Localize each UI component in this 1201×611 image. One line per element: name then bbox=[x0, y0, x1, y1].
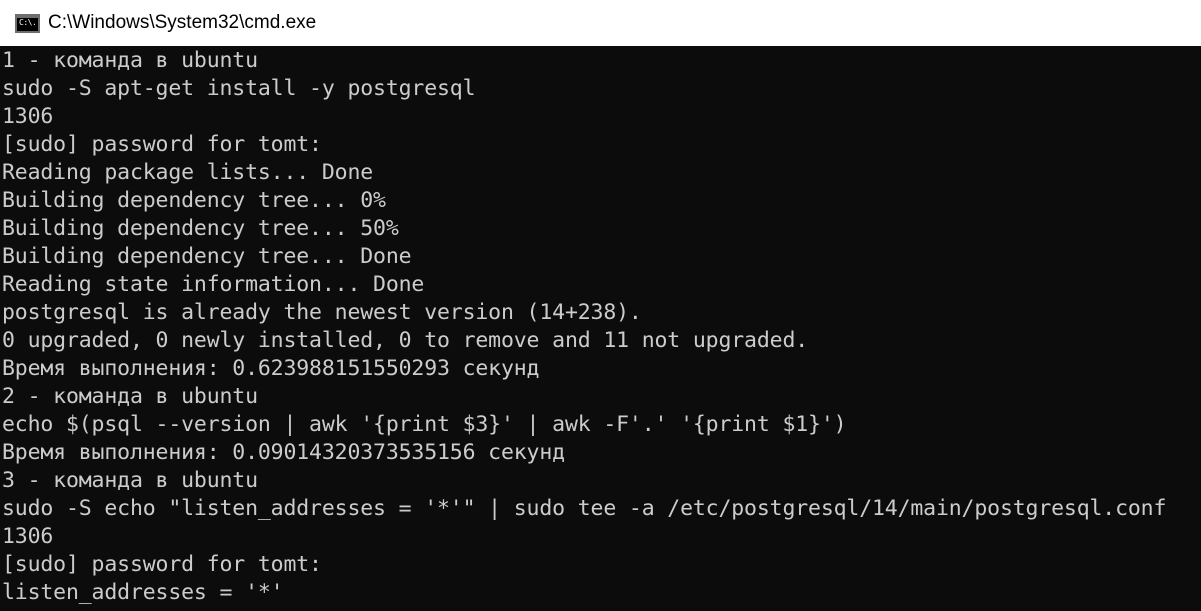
console-line: listen_addresses = '*' bbox=[2, 580, 284, 605]
console-line: sudo -S echo "listen_addresses = '*'" | … bbox=[2, 496, 1167, 521]
console-line: Время выполнения: 0.623988151550293 секу… bbox=[2, 356, 540, 381]
console-line: postgresql is already the newest version… bbox=[2, 300, 642, 325]
title-bar[interactable]: C:\. C:\Windows\System32\cmd.exe bbox=[0, 0, 1201, 46]
console-line: Reading package lists... Done bbox=[2, 160, 374, 185]
console-line: [sudo] password for tomt: bbox=[2, 132, 322, 157]
console-line: Building dependency tree... 50% bbox=[2, 216, 399, 241]
console-line: 0 upgraded, 0 newly installed, 0 to remo… bbox=[2, 328, 809, 353]
console-line: Время выполнения: 0.09014320373535156 се… bbox=[2, 440, 565, 465]
console-line: 1306 bbox=[2, 104, 54, 129]
window-title: C:\Windows\System32\cmd.exe bbox=[48, 12, 317, 33]
console-line: [sudo] password for tomt: bbox=[2, 552, 322, 577]
cmd-window: C:\. C:\Windows\System32\cmd.exe 1 - ком… bbox=[0, 0, 1201, 611]
cmd-icon-glyph: C:\. bbox=[19, 17, 37, 27]
console-output[interactable]: 1 - команда в ubuntu sudo -S apt-get ins… bbox=[2, 47, 1201, 611]
console-line: echo $(psql --version | awk '{print $3}'… bbox=[2, 412, 847, 437]
console-line: Building dependency tree... Done bbox=[2, 244, 412, 269]
console-line: Reading state information... Done bbox=[2, 272, 425, 297]
console-line: 3 - команда в ubuntu bbox=[2, 468, 258, 493]
console-line: sudo -S apt-get install -y postgresql bbox=[2, 76, 476, 101]
console-line: 1 - команда в ubuntu bbox=[2, 48, 258, 73]
console-line: 1306 bbox=[2, 524, 54, 549]
cmd-icon[interactable]: C:\. bbox=[15, 13, 40, 33]
console-line: Building dependency tree... 0% bbox=[2, 188, 386, 213]
console-line: 2 - команда в ubuntu bbox=[2, 384, 258, 409]
